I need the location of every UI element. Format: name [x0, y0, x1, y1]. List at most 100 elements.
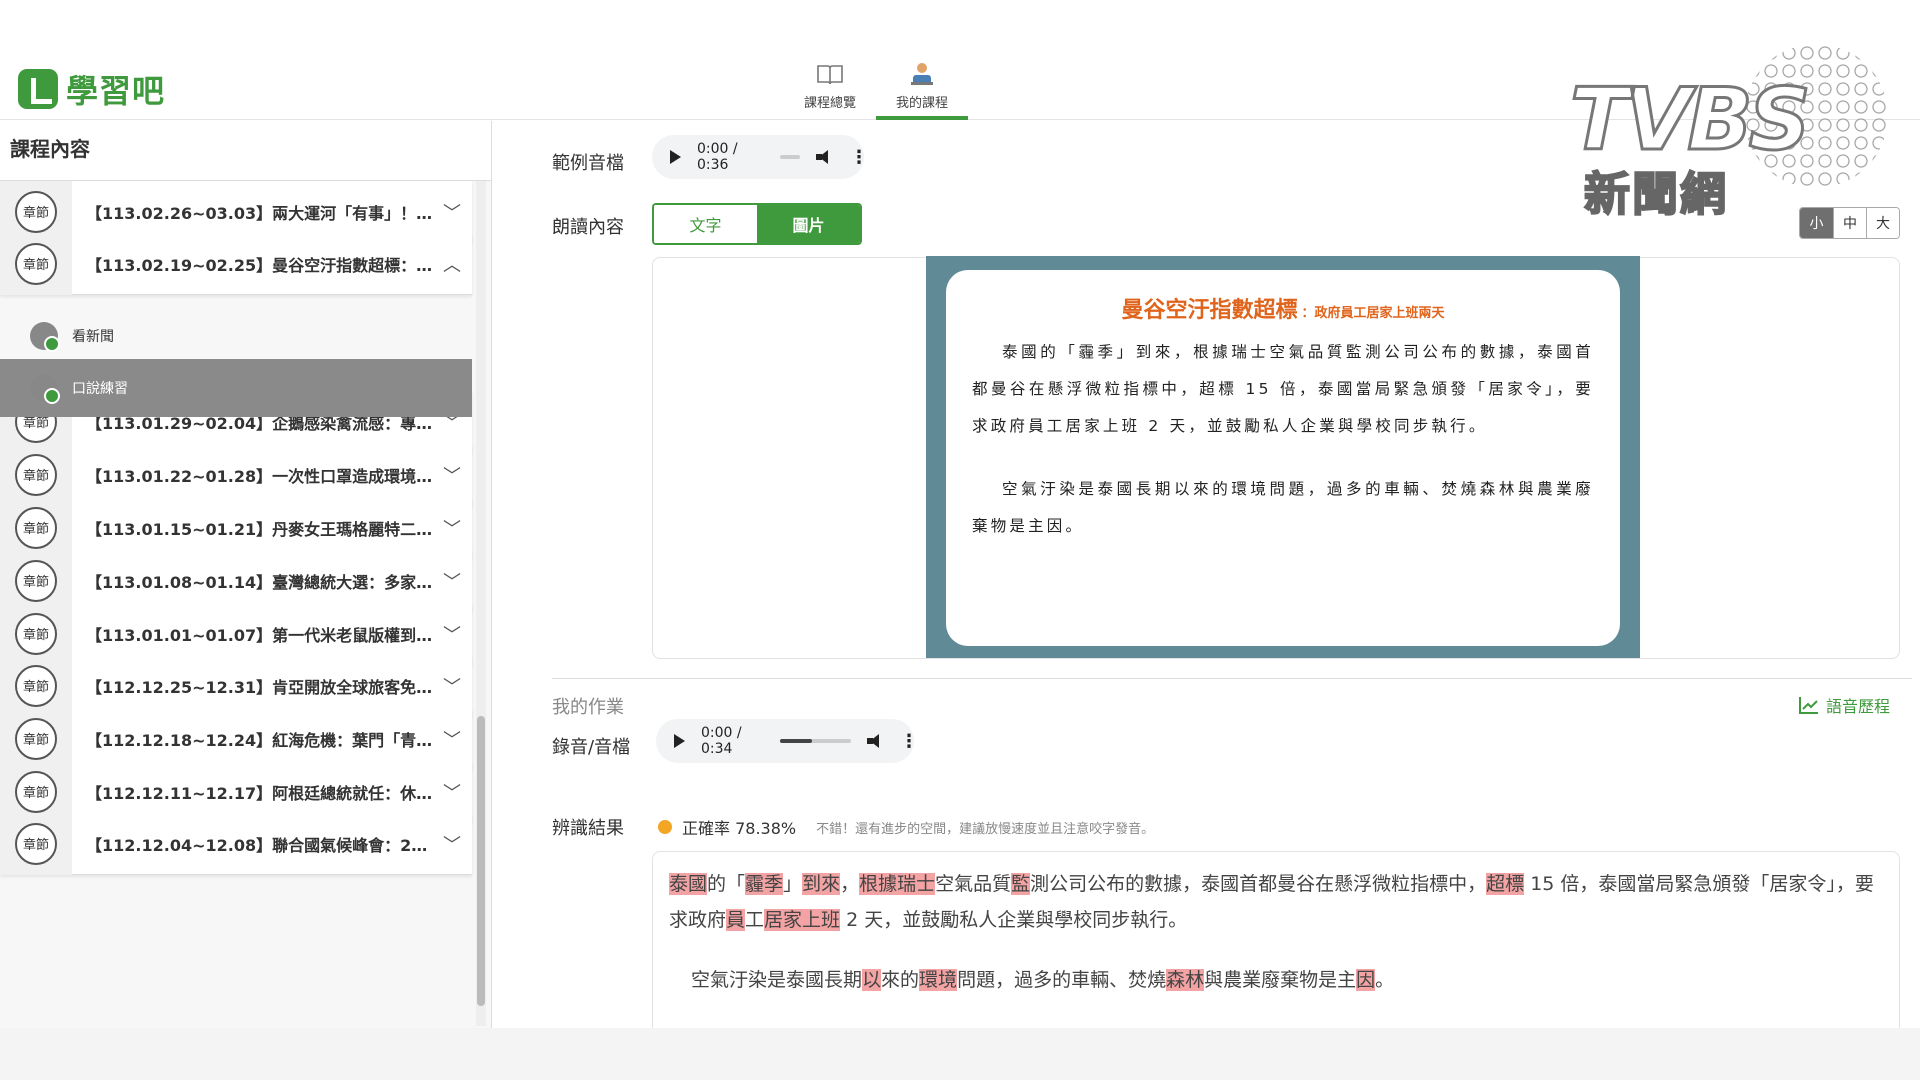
- accuracy-text: 正確率 78.38%: [682, 819, 797, 838]
- mispronounced-text: 環境: [919, 969, 958, 991]
- site-logo[interactable]: 學習吧: [18, 66, 165, 112]
- sidebar-title: 課程內容: [0, 121, 491, 181]
- course-sidebar: 課程內容 章節 【113.02.26~03.03】兩大運河「有事」！… ﹀ 章節 【11…: [0, 121, 492, 1028]
- voice-history-label: 語音歷程: [1825, 697, 1890, 716]
- recording-audio-player[interactable]: 0:00 / 0:34 ⋮: [656, 719, 918, 763]
- chapter-title: 【113.02.19~02.25】曼谷空汙指數超標：…: [86, 255, 432, 275]
- audio-time: 0:00 / 0:36: [697, 141, 738, 173]
- chapter-tag-label: 章節: [15, 770, 57, 813]
- top-bar: 學習吧 課程總覽 我的課程 TVBS 新聞網: [0, 0, 1920, 222]
- result-paragraph: 泰國的「霾季」到來，根據瑞士空氣品質監測公司公布的數據，泰國首都曼谷在懸浮微粒指…: [669, 866, 1883, 938]
- sample-audio-player[interactable]: 0:00 / 0:36 ⋮: [652, 135, 868, 179]
- lesson-item[interactable]: 看新聞: [0, 307, 472, 365]
- tab-course-overview[interactable]: 課程總覽: [784, 62, 876, 120]
- lesson-label: 口說練習: [72, 381, 128, 397]
- article-subheadline: ：政府員工居家上班兩天: [1301, 306, 1445, 321]
- volume-icon[interactable]: [866, 734, 880, 748]
- feedback-tip: 不錯！還有進步的空間，建議放慢速度並且注意咬字發音。: [816, 821, 1155, 837]
- voice-history-link[interactable]: 語音歷程: [1798, 693, 1890, 717]
- font-size-selector: 小 中 大: [1799, 207, 1900, 239]
- article-headline: 曼谷空汙指數超標: [1121, 298, 1298, 323]
- mispronounced-text: 員: [726, 909, 746, 931]
- toggle-image-button[interactable]: 圖片: [757, 205, 860, 243]
- result-paragraph: 空氣汙染是泰國長期以來的環境問題，過多的車輛、焚燒森林與農業廢棄物是主因。: [669, 962, 1883, 998]
- font-size-small-button[interactable]: 小: [1800, 208, 1833, 238]
- chevron-down-icon[interactable]: ﹀: [432, 673, 472, 699]
- chapter-title: 【113.02.26~03.03】兩大運河「有事」！…: [86, 203, 432, 223]
- mispronounced-text: 泰國: [669, 873, 708, 895]
- mispronounced-text: 森林: [1166, 969, 1205, 991]
- mispronounced-text: 居家上班: [764, 909, 841, 931]
- audio-progress[interactable]: [780, 739, 851, 743]
- article-card: 曼谷空汙指數超標 ：政府員工居家上班兩天 泰國的「霾季」到來，根據瑞士空氣品質監測…: [946, 270, 1620, 646]
- chevron-down-icon[interactable]: ﹀: [432, 568, 472, 594]
- chapter-title: 【113.01.01~01.07】第一代米老鼠版權到…: [86, 625, 432, 645]
- font-size-medium-button[interactable]: 中: [1833, 208, 1866, 238]
- section-divider: [552, 678, 1912, 679]
- recognition-result-row: 辨識結果 正確率 78.38% 不錯！還有進步的空間，建議放慢速度並且注意咬字發…: [552, 815, 1154, 839]
- result-text: 工: [745, 909, 765, 931]
- page-footer: [0, 1028, 1920, 1080]
- volume-icon[interactable]: [815, 150, 830, 164]
- chapter-tag-label: 章節: [15, 242, 57, 285]
- news-icon: [30, 322, 60, 352]
- result-text: 空氣品質: [935, 873, 1012, 895]
- result-text: 。: [1375, 969, 1395, 991]
- chapter-title: 【113.01.08~01.14】臺灣總統大選：多家…: [86, 572, 432, 592]
- chapter-item[interactable]: 章節 【112.12.04~12.08】聯合國氣候峰會：2… ﹀: [0, 812, 472, 875]
- play-icon[interactable]: [670, 150, 681, 164]
- chapter-title: 【112.12.04~12.08】聯合國氣候峰會：2…: [86, 835, 428, 855]
- recognition-result-label: 辨識結果: [552, 818, 624, 839]
- chapter-tag-label: 章節: [15, 506, 57, 549]
- chevron-down-icon[interactable]: ﹀: [432, 831, 472, 857]
- status-dot: [658, 820, 672, 834]
- chevron-down-icon[interactable]: ﹀: [432, 199, 472, 225]
- play-icon[interactable]: [674, 734, 685, 748]
- audio-time: 0:00 / 0:34: [701, 725, 742, 757]
- logo-icon: [18, 69, 58, 109]
- tab-label: 我的課程: [895, 96, 948, 111]
- sidebar-scrollbar[interactable]: [476, 181, 486, 1026]
- mispronounced-text: 超標: [1486, 873, 1525, 895]
- audio-progress[interactable]: [780, 155, 800, 159]
- homework-title: 我的作業: [552, 697, 624, 718]
- chapter-title: 【112.12.25~12.31】肯亞開放全球旅客免…: [86, 677, 432, 697]
- chapter-tag-label: 章節: [15, 717, 57, 760]
- chevron-down-icon[interactable]: ﹀: [432, 462, 472, 488]
- lesson-item[interactable]: 口說練習: [0, 359, 472, 417]
- more-options-icon[interactable]: ⋮: [850, 147, 868, 168]
- article-title: 曼谷空汙指數超標 ：政府員工居家上班兩天: [972, 292, 1594, 324]
- chevron-down-icon[interactable]: ﹀: [432, 726, 472, 752]
- line-chart-icon: [1798, 697, 1818, 714]
- chapter-tag: 章節: [0, 812, 72, 875]
- chapter-title: 【113.01.22~01.28】一次性口罩造成環境…: [86, 466, 432, 486]
- chevron-down-icon[interactable]: ﹀: [432, 515, 472, 541]
- mispronounced-text: 監: [1011, 873, 1031, 895]
- chapter-title: 【113.01.15~01.21】丹麥女王瑪格麗特二…: [86, 519, 432, 539]
- logo-text: 學習吧: [66, 72, 166, 110]
- chapter-tag-label: 章節: [15, 612, 57, 655]
- font-size-large-button[interactable]: 大: [1866, 208, 1899, 238]
- content-type-toggle: 文字 圖片: [652, 203, 862, 245]
- tab-my-courses[interactable]: 我的課程: [876, 62, 968, 120]
- chapter-tag: 章節: [0, 232, 72, 295]
- chapter-tag-label: 章節: [15, 453, 57, 496]
- chevron-up-icon[interactable]: ︿: [432, 251, 472, 277]
- more-options-icon[interactable]: ⋮: [900, 731, 918, 752]
- chapter-tag-label: 章節: [15, 664, 57, 707]
- book-icon: [817, 65, 843, 85]
- chapter-item[interactable]: 章節 【113.02.19~02.25】曼谷空汙指數超標：… ︿: [0, 232, 472, 295]
- result-text: 空氣汙染是泰國長期: [691, 969, 863, 991]
- chevron-down-icon[interactable]: ﹀: [432, 621, 472, 647]
- result-text: 的「: [707, 873, 746, 895]
- result-text: 來的: [881, 969, 920, 991]
- result-text: 」: [783, 873, 803, 895]
- lesson-label: 看新聞: [72, 329, 114, 345]
- toggle-text-button[interactable]: 文字: [654, 205, 757, 243]
- result-text: 2 天，並鼓勵私人企業與學校同步執行。: [840, 909, 1188, 931]
- mispronounced-text: 到來: [802, 873, 841, 895]
- scrollbar-thumb[interactable]: [477, 716, 485, 1006]
- chevron-down-icon[interactable]: ﹀: [432, 779, 472, 805]
- recognition-result-panel: 泰國的「霾季」到來，根據瑞士空氣品質監測公司公布的數據，泰國首都曼谷在懸浮微粒指…: [652, 851, 1900, 1031]
- audio-progress-fill: [780, 739, 812, 743]
